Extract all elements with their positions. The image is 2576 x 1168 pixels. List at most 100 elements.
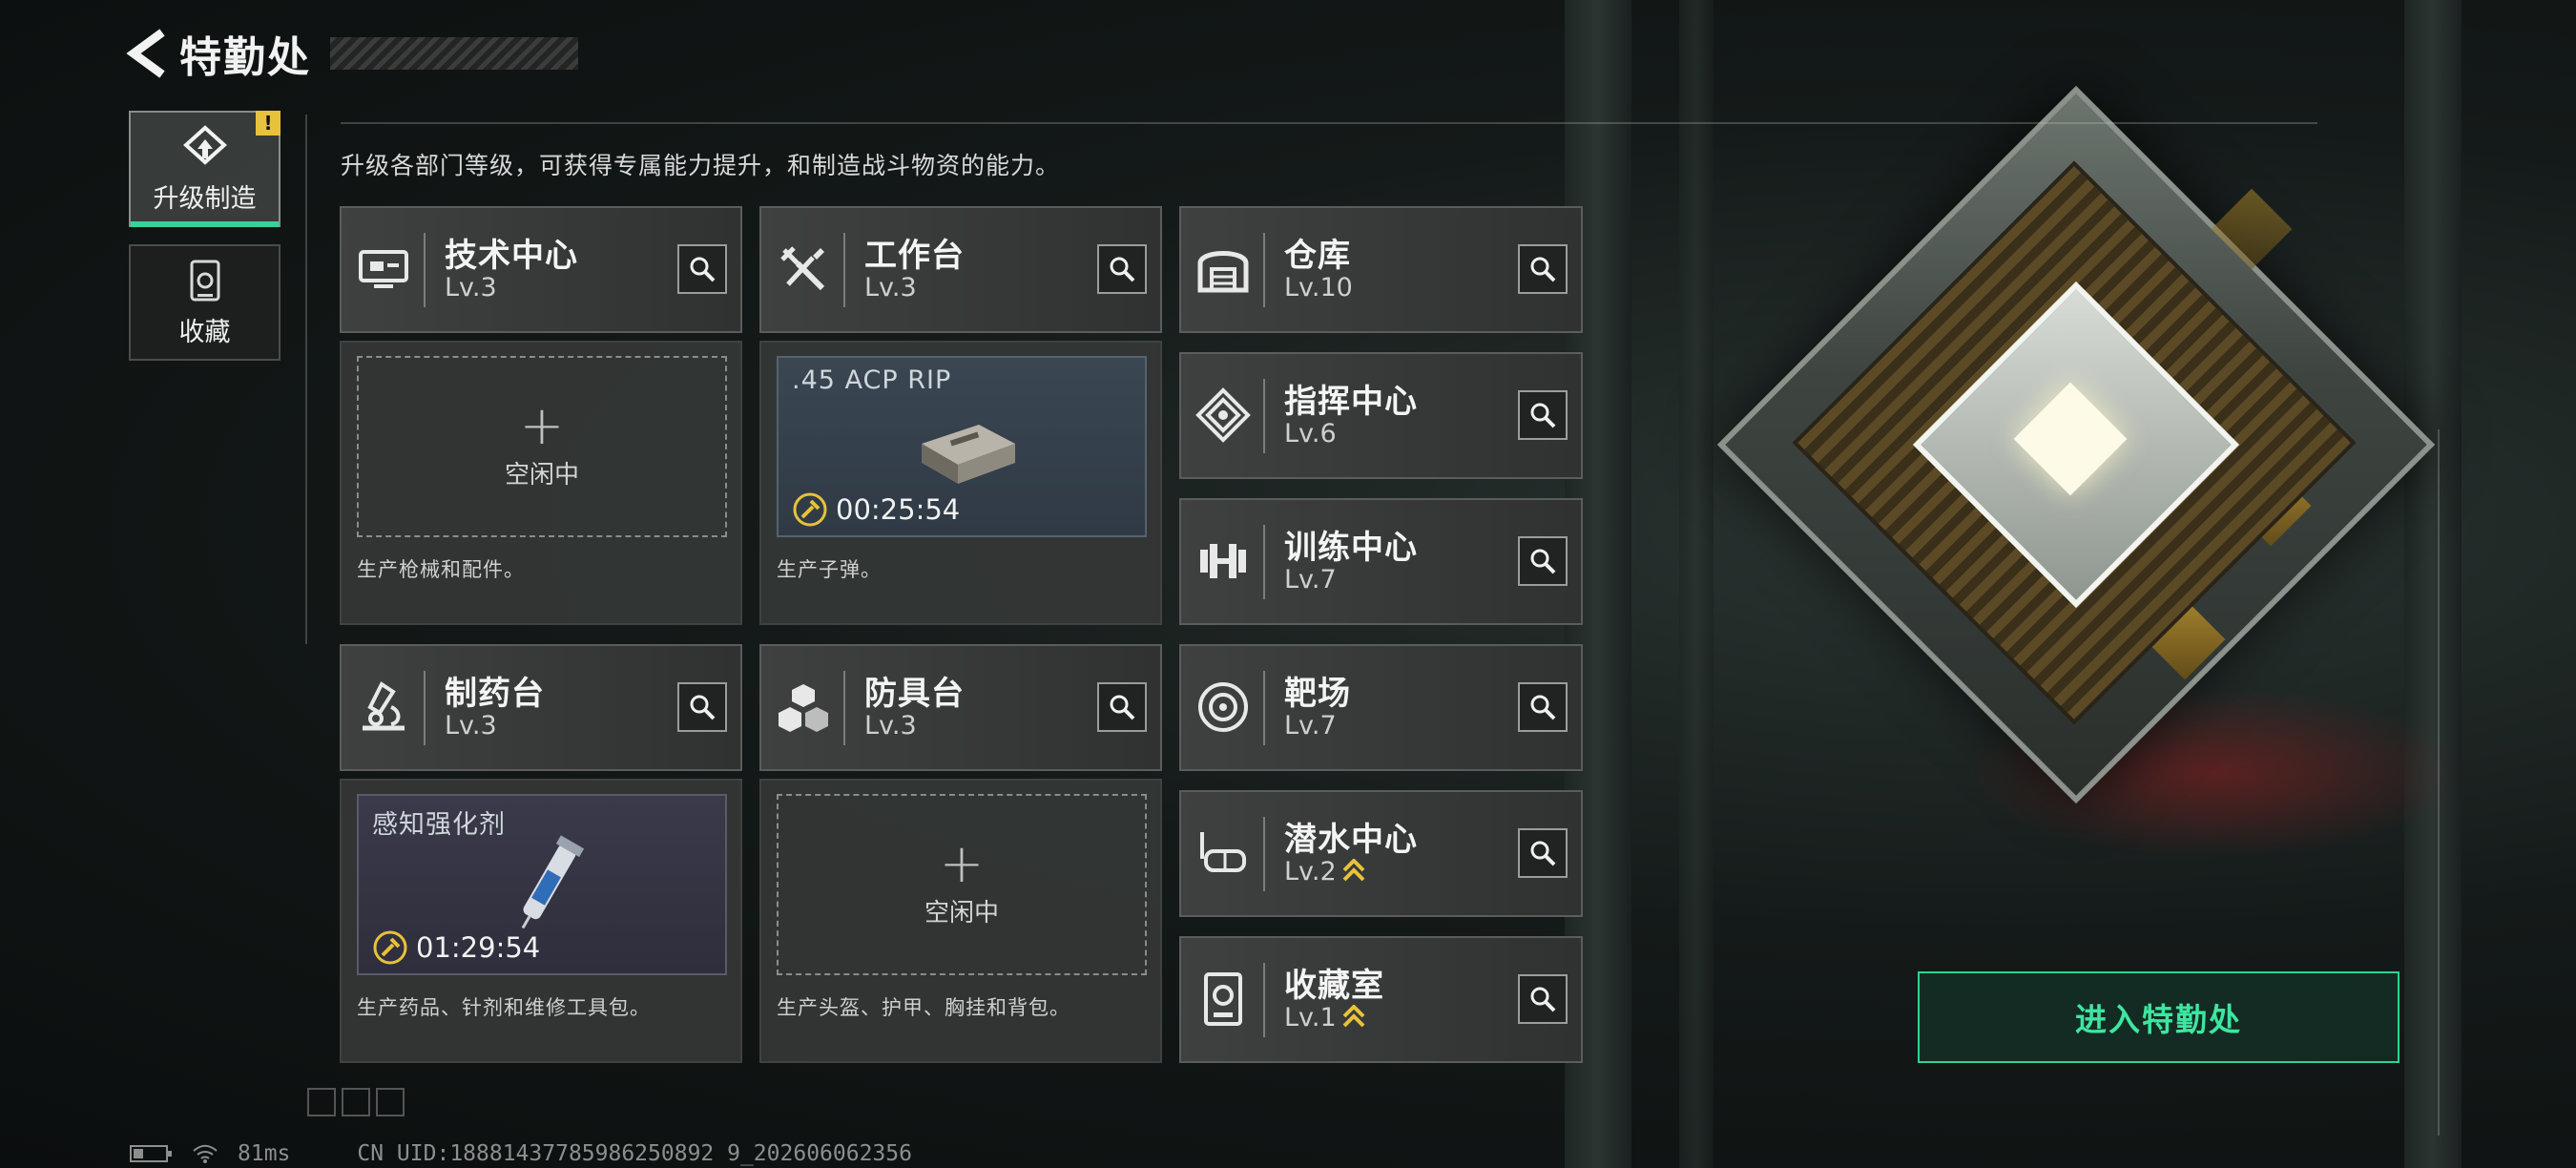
workshop-description: 生产药品、针剂和维修工具包。 (357, 996, 651, 1019)
workshop-level: Lv.3 (864, 711, 917, 740)
timer-icon (373, 930, 407, 965)
inspect-button[interactable] (1518, 828, 1568, 878)
search-icon (1530, 987, 1556, 1012)
workshop-slot-panel: 感知强化剂 01:29:54 生产药品、针剂和维修工具包。 (340, 779, 742, 1063)
facility-level: Lv.7 (1284, 711, 1337, 740)
search-icon (1530, 695, 1556, 720)
facility-card-diving-center[interactable]: 潜水中心 Lv.2 (1179, 790, 1583, 917)
bottom-decoration (307, 1088, 405, 1116)
syringe-icon (521, 835, 585, 929)
facility-level: Lv.10 (1284, 273, 1353, 302)
training-center-icon (1200, 544, 1246, 578)
alert-badge: ! (256, 111, 280, 136)
search-icon (1110, 257, 1135, 282)
command-center-icon (1195, 387, 1251, 443)
search-icon (690, 695, 716, 720)
search-icon (1530, 549, 1556, 574)
inspect-button[interactable] (1518, 244, 1568, 294)
frame-line (305, 115, 307, 644)
inspect-button[interactable] (1518, 974, 1568, 1024)
ping-value: 81ms (238, 1141, 291, 1166)
user-uid: CN UID:18881437785986250892 9_2026060623… (357, 1141, 912, 1166)
search-icon (1530, 403, 1556, 428)
timer-icon (793, 492, 827, 527)
workshop-card-pharmacy[interactable]: 制药台 Lv.3 (340, 644, 742, 771)
workshop-name: 工作台 (864, 237, 965, 275)
workshop-slot-panel: .45 ACP RIP 00:25:54 生产子弹。 (759, 341, 1162, 625)
production-timer: 01:29:54 (372, 929, 540, 966)
workshop-slot-panel: + 空闲中 生产枪械和配件。 (340, 341, 742, 625)
frame-line (341, 122, 2317, 124)
upgrade-available-icon (1342, 1004, 1365, 1027)
workshop-name: 技术中心 (445, 237, 578, 275)
workshop-card-tech-center[interactable]: 技术中心 Lv.3 (340, 206, 742, 333)
item-name: 感知强化剂 (372, 810, 506, 840)
section-description: 升级各部门等级，可获得专属能力提升，和制造战斗物资的能力。 (341, 152, 1061, 179)
idle-status: 空闲中 (504, 460, 579, 490)
inspect-button[interactable] (1097, 682, 1147, 732)
facility-name: 潜水中心 (1284, 821, 1418, 859)
workshop-level: Lv.3 (864, 273, 917, 302)
facility-level: Lv.1 (1284, 1003, 1365, 1032)
facility-level: Lv.2 (1284, 857, 1365, 886)
back-button[interactable] (124, 25, 170, 82)
facility-name: 训练中心 (1284, 529, 1418, 567)
facility-level: Lv.6 (1284, 419, 1337, 448)
production-slot-idle[interactable]: + 空闲中 (357, 356, 727, 537)
shooting-range-icon (1198, 682, 1248, 732)
workshop-level: Lv.3 (445, 711, 497, 740)
enter-special-ops-button[interactable]: 进入特勤处 (1918, 971, 2399, 1063)
search-icon (1110, 695, 1135, 720)
idle-status: 空闲中 (924, 898, 999, 928)
sidenav-item-upgrade[interactable]: ! 升级制造 (129, 111, 280, 227)
sidenav-label: 收藏 (178, 317, 231, 347)
workshop-description: 生产枪械和配件。 (357, 558, 525, 581)
production-slot-idle[interactable]: + 空闲中 (777, 794, 1147, 975)
diving-center-icon (1200, 832, 1246, 872)
plus-icon: + (519, 394, 565, 457)
inspect-button[interactable] (1518, 682, 1568, 732)
page-title: 特勤处 (179, 33, 311, 82)
top-bar: 特勤处 (124, 25, 578, 82)
inspect-button[interactable] (1518, 390, 1568, 440)
wifi-icon (193, 1144, 218, 1163)
sidenav-label: 升级制造 (153, 183, 257, 214)
warehouse-icon (1197, 251, 1249, 293)
production-slot-busy[interactable]: 感知强化剂 01:29:54 (357, 794, 727, 975)
facility-level: Lv.7 (1284, 565, 1337, 594)
facility-card-warehouse[interactable]: 仓库 Lv.10 (1179, 206, 1583, 333)
plus-icon: + (939, 832, 985, 895)
production-slot-busy[interactable]: .45 ACP RIP 00:25:54 (777, 356, 1147, 537)
frame-line (2438, 429, 2440, 1136)
facility-card-training-center[interactable]: 训练中心 Lv.7 (1179, 498, 1583, 625)
facility-name: 指挥中心 (1284, 383, 1418, 421)
workshop-card-armor-bench[interactable]: 防具台 Lv.3 (759, 644, 1162, 771)
facility-name: 仓库 (1284, 237, 1351, 275)
collection-icon (190, 260, 219, 301)
workshop-level: Lv.3 (445, 273, 497, 302)
ammo-box-icon (922, 425, 1015, 484)
armor-bench-icon (779, 684, 828, 732)
inspect-button[interactable] (677, 244, 727, 294)
facility-name: 靶场 (1284, 675, 1351, 713)
workshop-description: 生产头盔、护甲、胸挂和背包。 (777, 996, 1070, 1019)
title-decoration (330, 37, 578, 70)
sidenav-item-collection[interactable]: 收藏 (129, 244, 280, 361)
facility-card-shooting-range[interactable]: 靶场 Lv.7 (1179, 644, 1583, 771)
search-icon (690, 257, 716, 282)
battery-icon (130, 1145, 172, 1162)
workshop-name: 制药台 (445, 675, 545, 713)
workshop-name: 防具台 (864, 675, 965, 713)
inspect-button[interactable] (1518, 536, 1568, 586)
workshop-card-workbench[interactable]: 工作台 Lv.3 (759, 206, 1162, 333)
inspect-button[interactable] (677, 682, 727, 732)
tech-center-icon (359, 250, 408, 288)
production-timer: 00:25:54 (792, 491, 960, 528)
workshop-description: 生产子弹。 (777, 558, 882, 581)
facility-card-command-center[interactable]: 指挥中心 Lv.6 (1179, 352, 1583, 479)
central-cube-artwork (1708, 76, 2436, 804)
inspect-button[interactable] (1097, 244, 1147, 294)
workshop-slot-panel: + 空闲中 生产头盔、护甲、胸挂和背包。 (759, 779, 1162, 1063)
facility-card-collection-room[interactable]: 收藏室 Lv.1 (1179, 936, 1583, 1063)
item-name: .45 ACP RIP (792, 365, 952, 395)
